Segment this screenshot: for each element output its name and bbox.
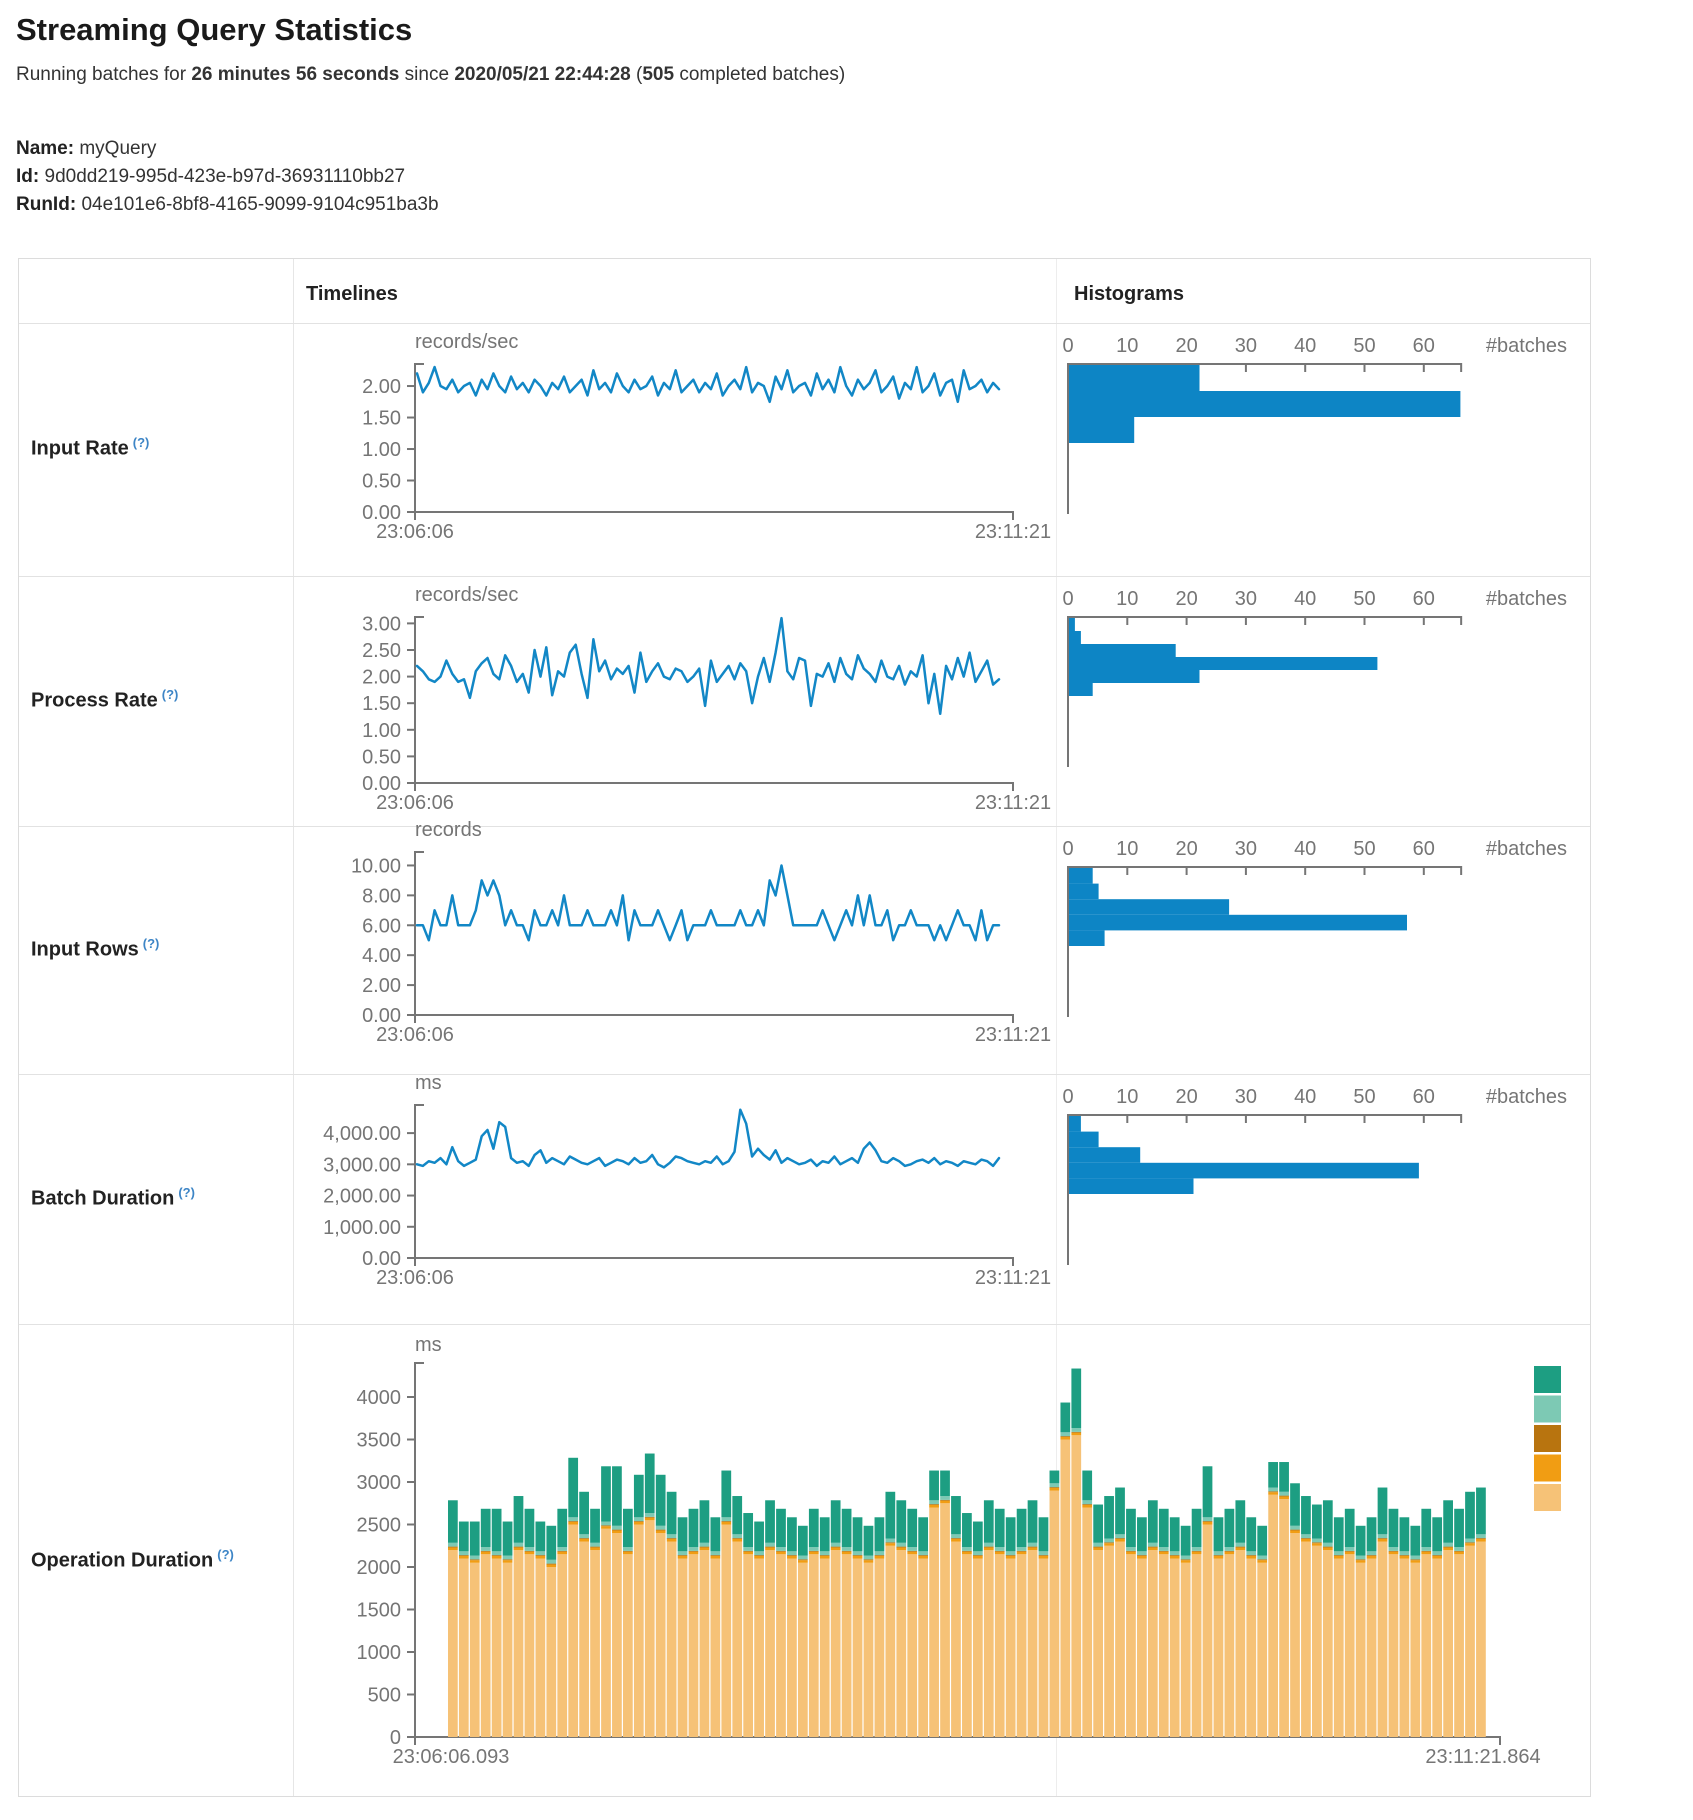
row-divider bbox=[19, 323, 1590, 324]
row-divider bbox=[19, 826, 1590, 827]
query-name-row: Name: myQuery bbox=[16, 138, 156, 160]
row-label-operation-duration: Operation Duration (?) bbox=[31, 1547, 234, 1573]
running-batches-summary: Running batches for 26 minutes 56 second… bbox=[16, 64, 845, 86]
histograms-column-header: Histograms bbox=[1074, 283, 1184, 306]
help-icon[interactable]: (?) bbox=[178, 1185, 195, 1200]
running-duration: 26 minutes 56 seconds bbox=[191, 64, 399, 85]
name-label: Name: bbox=[16, 138, 74, 159]
row-label-batch-duration: Batch Duration (?) bbox=[31, 1185, 195, 1211]
start-time: 2020/05/21 22:44:28 bbox=[454, 64, 630, 85]
help-icon[interactable]: (?) bbox=[162, 687, 179, 702]
row-divider bbox=[19, 1074, 1590, 1075]
id-value: 9d0dd219-995d-423e-b97d-36931110bb27 bbox=[45, 166, 406, 187]
id-label: Id: bbox=[16, 166, 39, 187]
column-divider bbox=[1056, 259, 1057, 1796]
help-icon[interactable]: (?) bbox=[217, 1547, 234, 1562]
row-label-process-rate: Process Rate (?) bbox=[31, 687, 178, 713]
help-icon[interactable]: (?) bbox=[143, 936, 160, 951]
row-label-input-rate: Input Rate (?) bbox=[31, 435, 149, 461]
query-runid-row: RunId: 04e101e6-8bf8-4165-9099-9104c951b… bbox=[16, 194, 439, 216]
runid-label: RunId: bbox=[16, 194, 76, 215]
column-divider bbox=[293, 259, 294, 1796]
paren-open: ( bbox=[631, 64, 643, 85]
streaming-query-statistics-page: Streaming Query Statistics Running batch… bbox=[0, 0, 1693, 1820]
since-text: since bbox=[399, 64, 454, 85]
row-label-input-rows: Input Rows (?) bbox=[31, 936, 159, 962]
input-rows-label: Input Rows bbox=[31, 939, 139, 961]
row-divider bbox=[19, 1324, 1590, 1325]
timelines-column-header: Timelines bbox=[306, 283, 398, 306]
running-prefix: Running batches for bbox=[16, 64, 191, 85]
query-id-row: Id: 9d0dd219-995d-423e-b97d-36931110bb27 bbox=[16, 166, 405, 188]
page-title: Streaming Query Statistics bbox=[16, 12, 412, 48]
help-icon[interactable]: (?) bbox=[133, 435, 150, 450]
row-divider bbox=[19, 576, 1590, 577]
stats-table: Timelines Histograms Input Rate (?) Proce… bbox=[18, 258, 1591, 1797]
operation-duration-label: Operation Duration bbox=[31, 1550, 213, 1572]
name-value: myQuery bbox=[79, 138, 156, 159]
batch-duration-label: Batch Duration bbox=[31, 1188, 174, 1210]
input-rate-label: Input Rate bbox=[31, 438, 129, 460]
runid-value: 04e101e6-8bf8-4165-9099-9104c951ba3b bbox=[81, 194, 438, 215]
process-rate-label: Process Rate bbox=[31, 690, 158, 712]
paren-close: completed batches) bbox=[674, 64, 845, 85]
completed-batches-count: 505 bbox=[642, 64, 674, 85]
